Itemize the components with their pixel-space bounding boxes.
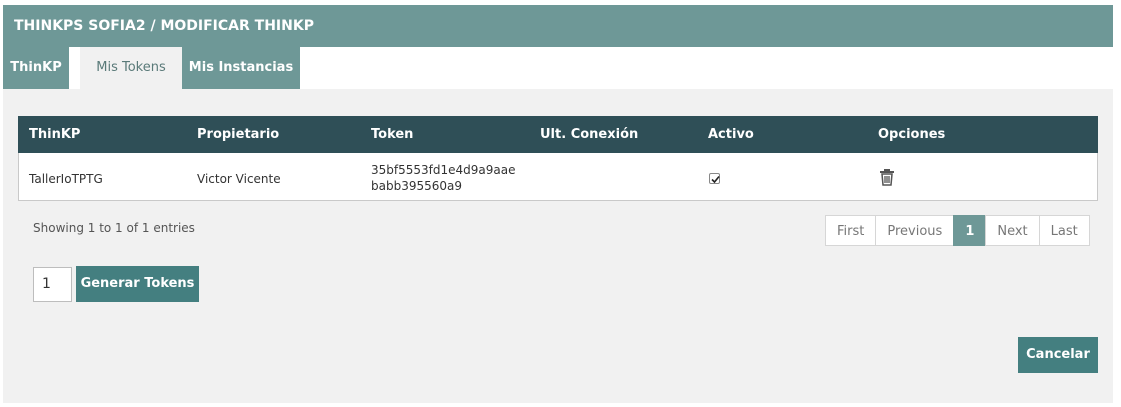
pagination: First Previous 1 Next Last xyxy=(825,215,1090,246)
pagination-last[interactable]: Last xyxy=(1038,215,1090,246)
tab-thinkp[interactable]: ThinKP xyxy=(3,47,69,89)
panel: THINKPS SOFIA2 / MODIFICAR THINKP ThinKP… xyxy=(3,5,1113,403)
column-header-activo[interactable]: Activo xyxy=(708,116,754,153)
trash-icon[interactable] xyxy=(879,168,895,190)
cell-propietario: Victor Vicente xyxy=(197,172,281,186)
table-header: ThinKP Propietario Token Ult. Conexión A… xyxy=(18,116,1098,153)
column-header-opciones: Opciones xyxy=(878,127,946,142)
tab-mis-tokens[interactable]: Mis Tokens xyxy=(80,47,182,89)
column-header-token[interactable]: Token xyxy=(371,116,413,153)
activo-checkbox[interactable] xyxy=(709,173,720,184)
column-header-thinkp[interactable]: ThinKP xyxy=(29,116,80,153)
column-header-ult-conexion[interactable]: Ult. Conexión xyxy=(540,116,638,153)
cell-thinkp: TallerIoTPTG xyxy=(29,172,103,186)
cell-token-line1: 35bf5553fd1e4d9a9aae xyxy=(371,163,516,177)
tab-mis-instancias[interactable]: Mis Instancias xyxy=(182,47,300,89)
pagination-first[interactable]: First xyxy=(825,215,877,246)
page-title: THINKPS SOFIA2 / MODIFICAR THINKP xyxy=(3,5,1113,47)
cancel-button[interactable]: Cancelar xyxy=(1018,337,1098,373)
generate-tokens-button[interactable]: Generar Tokens xyxy=(76,266,199,302)
pagination-page-1[interactable]: 1 xyxy=(953,215,987,246)
pagination-previous[interactable]: Previous xyxy=(875,215,955,246)
token-quantity-input[interactable]: 1 xyxy=(33,267,72,302)
pagination-next[interactable]: Next xyxy=(985,215,1040,246)
column-header-propietario[interactable]: Propietario xyxy=(197,116,279,153)
entries-info: Showing 1 to 1 of 1 entries xyxy=(33,221,195,235)
tab-bar: ThinKP Mis Tokens Mis Instancias xyxy=(3,47,1113,89)
cell-token-line2: babb395560a9 xyxy=(371,179,463,193)
